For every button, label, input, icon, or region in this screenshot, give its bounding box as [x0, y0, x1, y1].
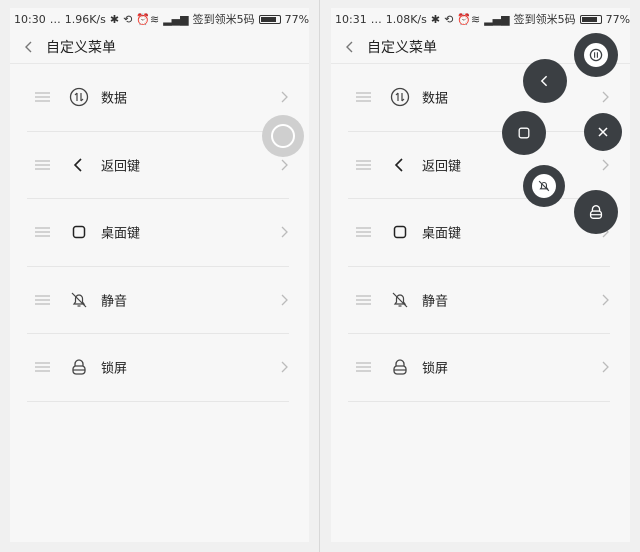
- list-item-mute[interactable]: 静音: [348, 267, 610, 334]
- signal-icon: ▂▄▆: [484, 12, 510, 26]
- list-item-back[interactable]: 返回键: [348, 132, 610, 199]
- page-title: 自定义菜单: [46, 39, 116, 56]
- battery-percent: 77%: [605, 12, 630, 26]
- bluetooth-icon: ✱: [109, 12, 120, 26]
- signal-icon: ▂▄▆: [163, 12, 189, 26]
- float-data-center: [584, 43, 608, 67]
- dots-icon: …: [370, 12, 382, 26]
- drag-handle-icon[interactable]: [35, 227, 50, 237]
- float-mute-button[interactable]: [523, 165, 565, 207]
- float-data-button[interactable]: [574, 33, 618, 77]
- bluetooth-icon: ✱: [430, 12, 441, 26]
- drag-handle-icon[interactable]: [356, 227, 371, 237]
- list-item-label: 桌面键: [101, 226, 141, 242]
- network-speed: 1.96K/s: [64, 12, 106, 26]
- chevron-right-icon: [602, 159, 609, 171]
- list-item-label: 数据: [101, 91, 128, 107]
- list-item-lock[interactable]: 锁屏: [27, 334, 289, 402]
- list-item-label: 返回键: [101, 159, 141, 175]
- mute-bell-icon: [71, 292, 87, 308]
- drag-handle-icon[interactable]: [356, 295, 371, 305]
- drag-handle-icon[interactable]: [356, 92, 371, 102]
- battery-icon: [579, 14, 602, 24]
- float-mute-center: [532, 174, 556, 198]
- chevron-right-icon: [281, 294, 288, 306]
- home-square-icon: [72, 226, 86, 239]
- mute-bell-icon: [538, 180, 550, 192]
- alarm-icon: ⏰: [136, 12, 150, 26]
- battery-icon: [258, 14, 281, 24]
- list-item-mute[interactable]: 静音: [27, 267, 289, 334]
- close-icon: [598, 127, 608, 137]
- back-icon: [394, 158, 403, 172]
- lock-icon: [589, 205, 603, 219]
- status-time: 10:30: [14, 12, 46, 26]
- menu-list: 数据 返回键 桌面键 静音 锁屏: [27, 64, 289, 402]
- vibrate-icon: ⟲: [123, 12, 133, 26]
- drag-handle-icon[interactable]: [356, 160, 371, 170]
- back-arrow-icon[interactable]: [343, 40, 357, 54]
- drag-handle-icon[interactable]: [35, 160, 50, 170]
- list-item-label: 数据: [422, 91, 449, 107]
- list-item-label: 锁屏: [422, 361, 449, 377]
- title-bar: 自定义菜单: [10, 30, 309, 64]
- drag-handle-icon[interactable]: [35, 92, 50, 102]
- list-item-data[interactable]: 数据: [27, 64, 289, 132]
- battery-percent: 77%: [284, 12, 309, 26]
- chevron-right-icon: [281, 361, 288, 373]
- status-bar: 10:30 … 1.96K/s ✱ ⟲ ⏰ ≋ ▂▄▆ 签到领米5码 77%: [10, 8, 309, 30]
- status-time: 10:31: [335, 12, 367, 26]
- list-item-home[interactable]: 桌面键: [348, 199, 610, 267]
- list-item-label: 桌面键: [422, 226, 462, 242]
- menu-list: 数据 返回键 桌面键 静音 锁屏: [348, 64, 610, 402]
- drag-handle-icon[interactable]: [35, 295, 50, 305]
- phone-screen-right: 10:31 … 1.08K/s ✱ ⟲ ⏰ ≋ ▂▄▆ 签到领米5码 77% 自…: [331, 8, 630, 542]
- chevron-right-icon: [602, 91, 609, 103]
- wifi-icon: ≋: [150, 12, 160, 26]
- chevron-right-icon: [602, 294, 609, 306]
- back-arrow-icon[interactable]: [22, 40, 36, 54]
- list-item-lock[interactable]: 锁屏: [348, 334, 610, 402]
- home-square-icon: [518, 127, 530, 139]
- chevron-right-icon: [281, 91, 288, 103]
- dots-icon: …: [49, 12, 61, 26]
- alarm-icon: ⏰: [457, 12, 471, 26]
- floating-assist-ball[interactable]: [262, 115, 304, 157]
- status-bar: 10:31 … 1.08K/s ✱ ⟲ ⏰ ≋ ▂▄▆ 签到领米5码 77%: [331, 8, 630, 30]
- carrier-name: 签到领米5码: [513, 13, 576, 26]
- screenshot-divider: [319, 0, 320, 552]
- wifi-icon: ≋: [471, 12, 481, 26]
- carrier-name: 签到领米5码: [192, 13, 255, 26]
- list-item-back[interactable]: 返回键: [27, 132, 289, 199]
- list-item-label: 静音: [101, 294, 128, 310]
- mute-bell-icon: [392, 292, 408, 308]
- network-speed: 1.08K/s: [385, 12, 427, 26]
- list-item-label: 锁屏: [101, 361, 128, 377]
- lock-icon: [72, 359, 86, 375]
- data-exchange-icon: [589, 48, 603, 62]
- drag-handle-icon[interactable]: [356, 362, 371, 372]
- list-item-data[interactable]: 数据: [348, 64, 610, 132]
- list-item-home[interactable]: 桌面键: [27, 199, 289, 267]
- back-icon: [540, 75, 548, 87]
- data-exchange-icon: [69, 88, 89, 107]
- list-item-label: 静音: [422, 294, 449, 310]
- float-home-button[interactable]: [502, 111, 546, 155]
- drag-handle-icon[interactable]: [35, 362, 50, 372]
- assist-ring-icon: [271, 124, 295, 148]
- chevron-right-icon: [281, 226, 288, 238]
- float-close-button[interactable]: [584, 113, 622, 151]
- lock-icon: [393, 359, 407, 375]
- data-exchange-icon: [390, 88, 410, 107]
- chevron-right-icon: [602, 361, 609, 373]
- float-back-button[interactable]: [523, 59, 567, 103]
- float-lock-button[interactable]: [574, 190, 618, 234]
- page-title: 自定义菜单: [367, 39, 437, 56]
- phone-screen-left: 10:30 … 1.96K/s ✱ ⟲ ⏰ ≋ ▂▄▆ 签到领米5码 77% 自…: [10, 8, 309, 542]
- list-item-label: 返回键: [422, 159, 462, 175]
- home-square-icon: [393, 226, 407, 239]
- chevron-right-icon: [281, 159, 288, 171]
- back-icon: [73, 158, 82, 172]
- vibrate-icon: ⟲: [444, 12, 454, 26]
